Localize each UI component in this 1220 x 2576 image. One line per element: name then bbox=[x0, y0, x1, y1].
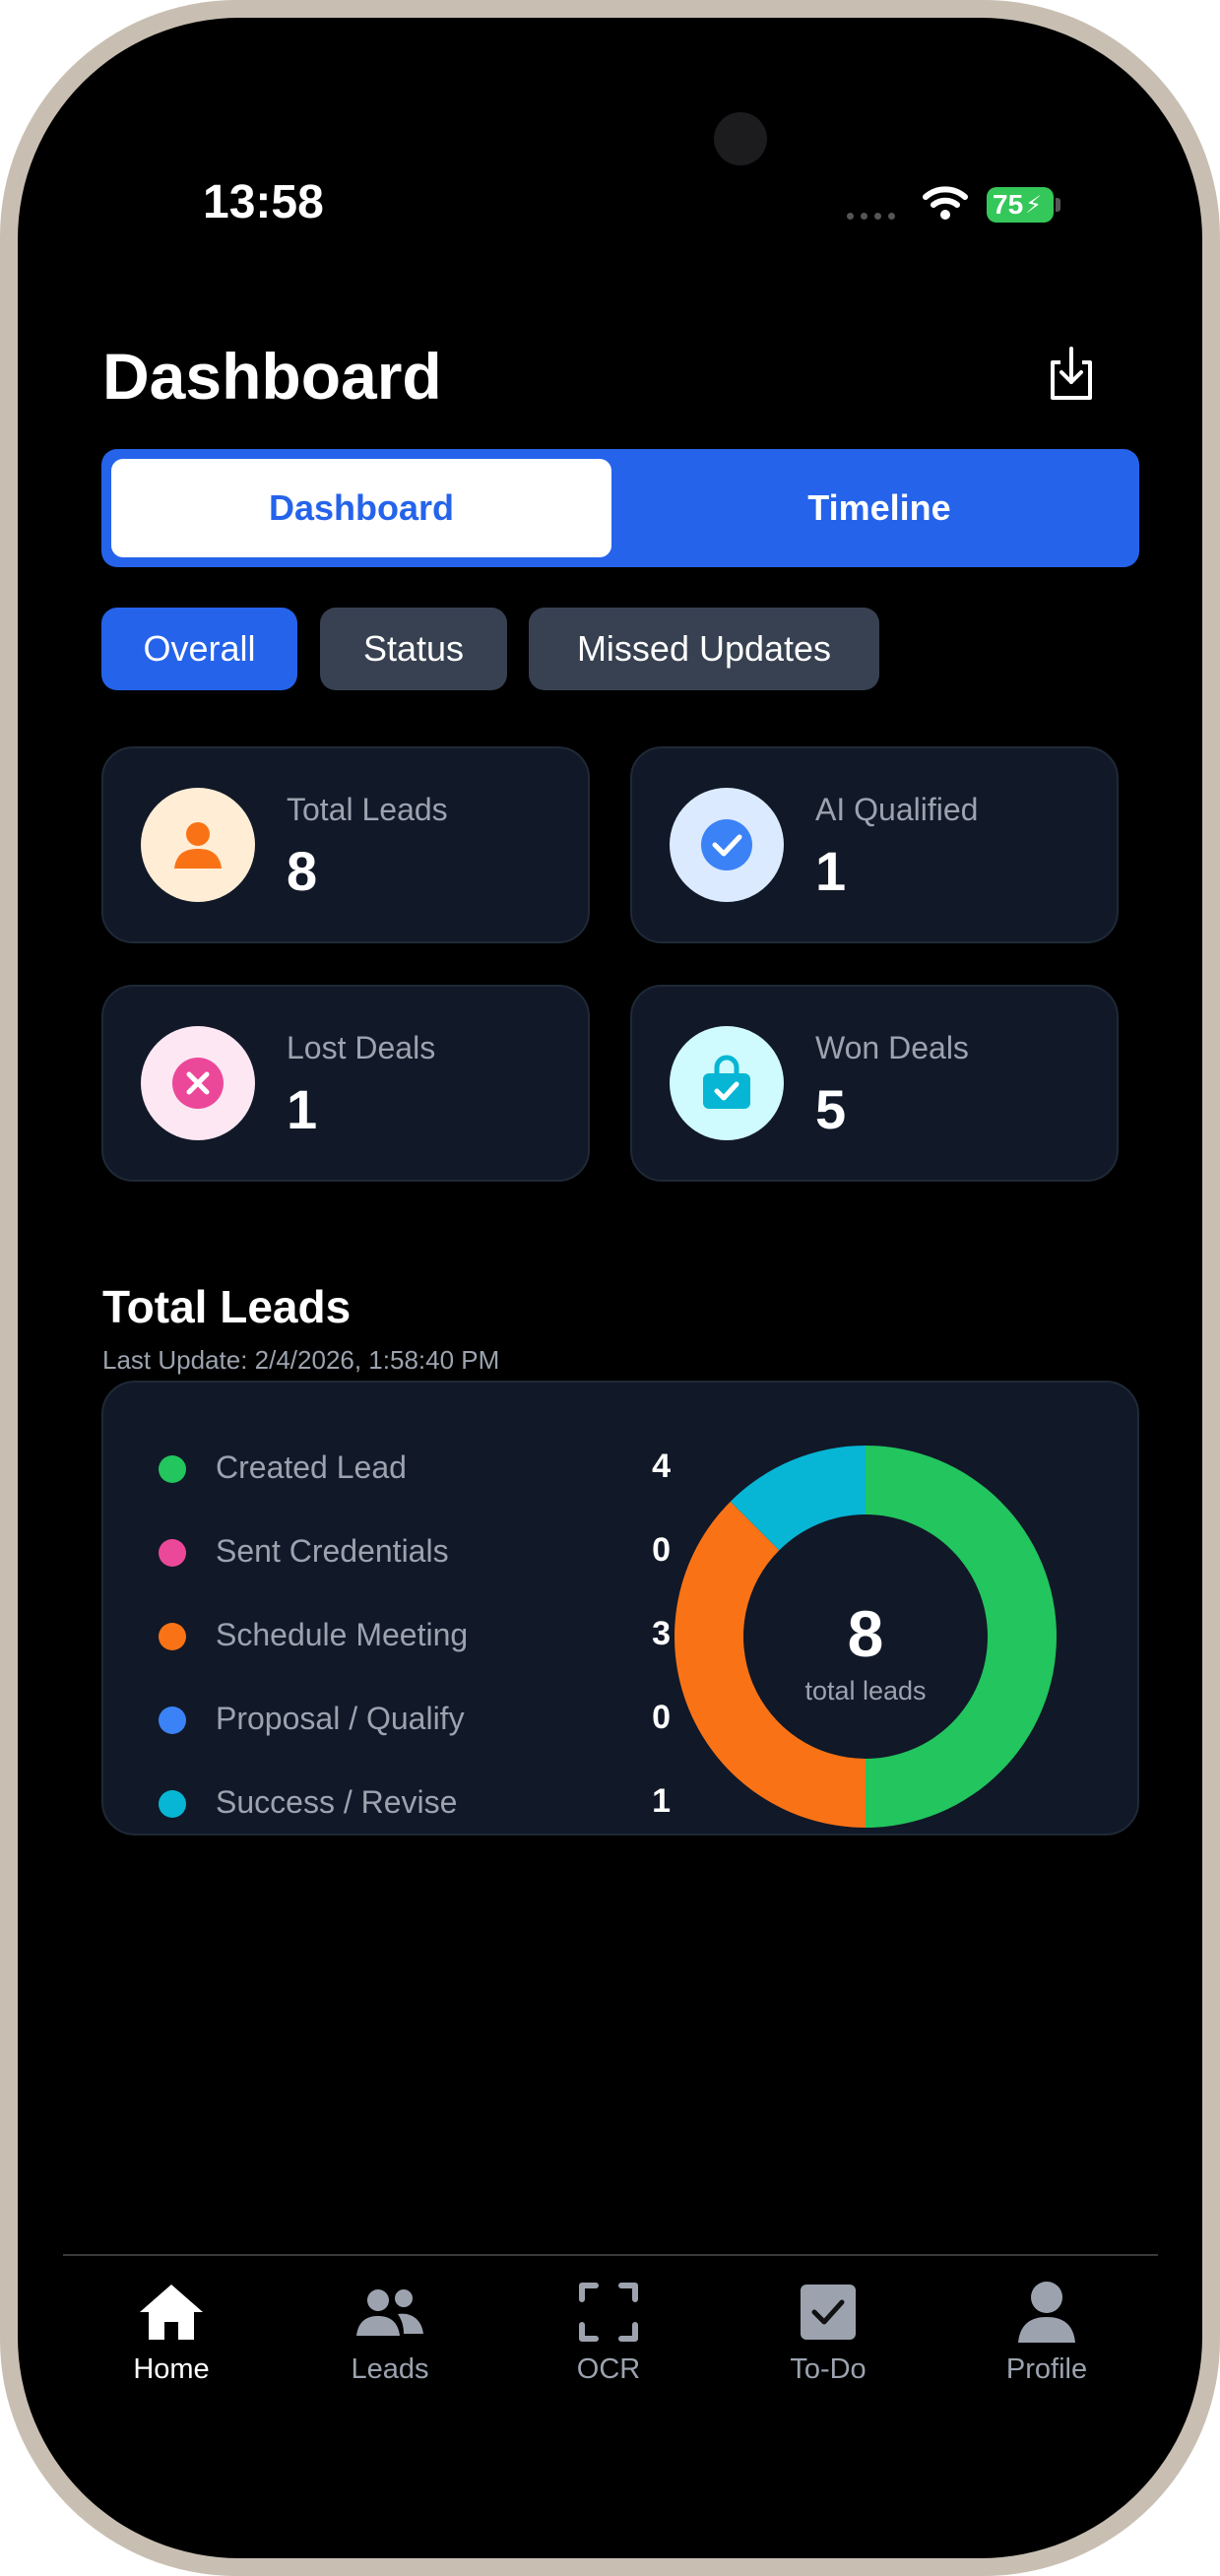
donut-center-value: 8 bbox=[848, 1597, 884, 1670]
person-icon bbox=[1018, 2282, 1075, 2343]
app-screen: 13:58 75 ⚡ Dashboard Dashboard Timeline bbox=[18, 18, 1202, 2558]
nav-todo[interactable]: To-Do bbox=[749, 2275, 907, 2386]
stat-label: Won Deals bbox=[815, 1030, 969, 1065]
battery-icon: 75 ⚡ bbox=[987, 187, 1054, 223]
stat-card-ai-qualified[interactable]: AI Qualified 1 bbox=[630, 746, 1119, 943]
scan-icon bbox=[579, 2283, 638, 2342]
nav-label: Home bbox=[133, 2353, 210, 2385]
battery-tip bbox=[1056, 198, 1060, 212]
legend-label: Created Lead bbox=[216, 1449, 407, 1485]
legend-value: 0 bbox=[652, 1699, 671, 1736]
stat-label: Lost Deals bbox=[287, 1030, 436, 1065]
device-frame: 13:58 75 ⚡ Dashboard Dashboard Timeline bbox=[0, 0, 1220, 2576]
nav-divider bbox=[63, 2254, 1158, 2256]
home-icon bbox=[140, 2285, 203, 2340]
section-title: Total Leads bbox=[102, 1281, 352, 1332]
export-button[interactable] bbox=[1042, 343, 1101, 406]
nav-ocr[interactable]: OCR bbox=[530, 2275, 687, 2386]
users-icon bbox=[356, 2289, 423, 2336]
tab-timeline[interactable]: Timeline bbox=[629, 459, 1129, 557]
legend-item: Created Lead 4 bbox=[159, 1444, 671, 1493]
nav-profile[interactable]: Profile bbox=[968, 2275, 1125, 2386]
legend-item: Proposal / Qualify 0 bbox=[159, 1695, 671, 1744]
legend-value: 3 bbox=[652, 1615, 671, 1652]
last-update: Last Update: 2/4/2026, 1:58:40 PM bbox=[102, 1345, 500, 1375]
status-time: 13:58 bbox=[203, 176, 324, 228]
legend-value: 4 bbox=[652, 1448, 671, 1485]
legend-dot bbox=[159, 1707, 186, 1734]
stat-label: AI Qualified bbox=[815, 792, 979, 827]
legend-item: Success / Revise 1 bbox=[159, 1778, 671, 1828]
legend-item: Schedule Meeting 3 bbox=[159, 1611, 671, 1660]
legend-dot bbox=[159, 1623, 186, 1650]
checkbox-icon bbox=[801, 2285, 856, 2340]
x-circle-icon bbox=[141, 1026, 255, 1140]
check-circle-icon bbox=[670, 788, 784, 902]
legend-dot bbox=[159, 1539, 186, 1567]
stat-card-lost-deals[interactable]: Lost Deals 1 bbox=[101, 985, 590, 1182]
stat-card-total-leads[interactable]: Total Leads 8 bbox=[101, 746, 590, 943]
page-title: Dashboard bbox=[102, 340, 442, 413]
legend-value: 1 bbox=[652, 1782, 671, 1820]
charging-icon: ⚡ bbox=[1025, 191, 1043, 219]
legend-dot bbox=[159, 1455, 186, 1483]
nav-label: OCR bbox=[576, 2353, 641, 2385]
download-icon bbox=[1051, 347, 1092, 400]
filter-overall[interactable]: Overall bbox=[101, 608, 297, 690]
wifi-icon bbox=[923, 186, 968, 220]
leads-chart-card: Created Lead 4 Sent Credentials 0 Schedule M… bbox=[101, 1381, 1139, 1835]
person-icon bbox=[141, 788, 255, 902]
donut-slice bbox=[674, 1501, 866, 1828]
nav-leads[interactable]: Leads bbox=[311, 2275, 469, 2386]
battery-level: 75 bbox=[993, 189, 1024, 220]
tab-dashboard[interactable]: Dashboard bbox=[111, 459, 611, 557]
stat-label: Total Leads bbox=[287, 792, 448, 827]
legend-label: Sent Credentials bbox=[216, 1533, 449, 1569]
legend-value: 0 bbox=[652, 1531, 671, 1569]
donut-chart: 8 total leads bbox=[674, 1446, 1057, 1828]
filter-status[interactable]: Status bbox=[320, 608, 507, 690]
stat-card-won-deals[interactable]: Won Deals 5 bbox=[630, 985, 1119, 1182]
legend-label: Success / Revise bbox=[216, 1784, 458, 1820]
stat-value: 5 bbox=[815, 1078, 847, 1140]
filter-missed-updates[interactable]: Missed Updates bbox=[529, 608, 879, 690]
legend-label: Proposal / Qualify bbox=[216, 1701, 465, 1736]
stat-value: 1 bbox=[815, 840, 847, 902]
nav-home[interactable]: Home bbox=[93, 2275, 250, 2386]
legend-label: Schedule Meeting bbox=[216, 1617, 469, 1652]
nav-label: Leads bbox=[351, 2353, 429, 2385]
stat-value: 1 bbox=[287, 1078, 318, 1140]
donut-center-label: total leads bbox=[804, 1676, 926, 1706]
camera-cutout bbox=[714, 112, 767, 165]
stat-value: 8 bbox=[287, 840, 318, 902]
nav-label: Profile bbox=[1005, 2353, 1088, 2385]
donut-slice bbox=[866, 1446, 1057, 1828]
view-switcher: Dashboard Timeline bbox=[101, 449, 1139, 567]
shopping-bag-check-icon bbox=[670, 1026, 784, 1140]
legend-item: Sent Credentials 0 bbox=[159, 1527, 671, 1577]
signal-icon bbox=[847, 213, 895, 220]
legend-dot bbox=[159, 1790, 186, 1818]
nav-label: To-Do bbox=[790, 2353, 867, 2385]
